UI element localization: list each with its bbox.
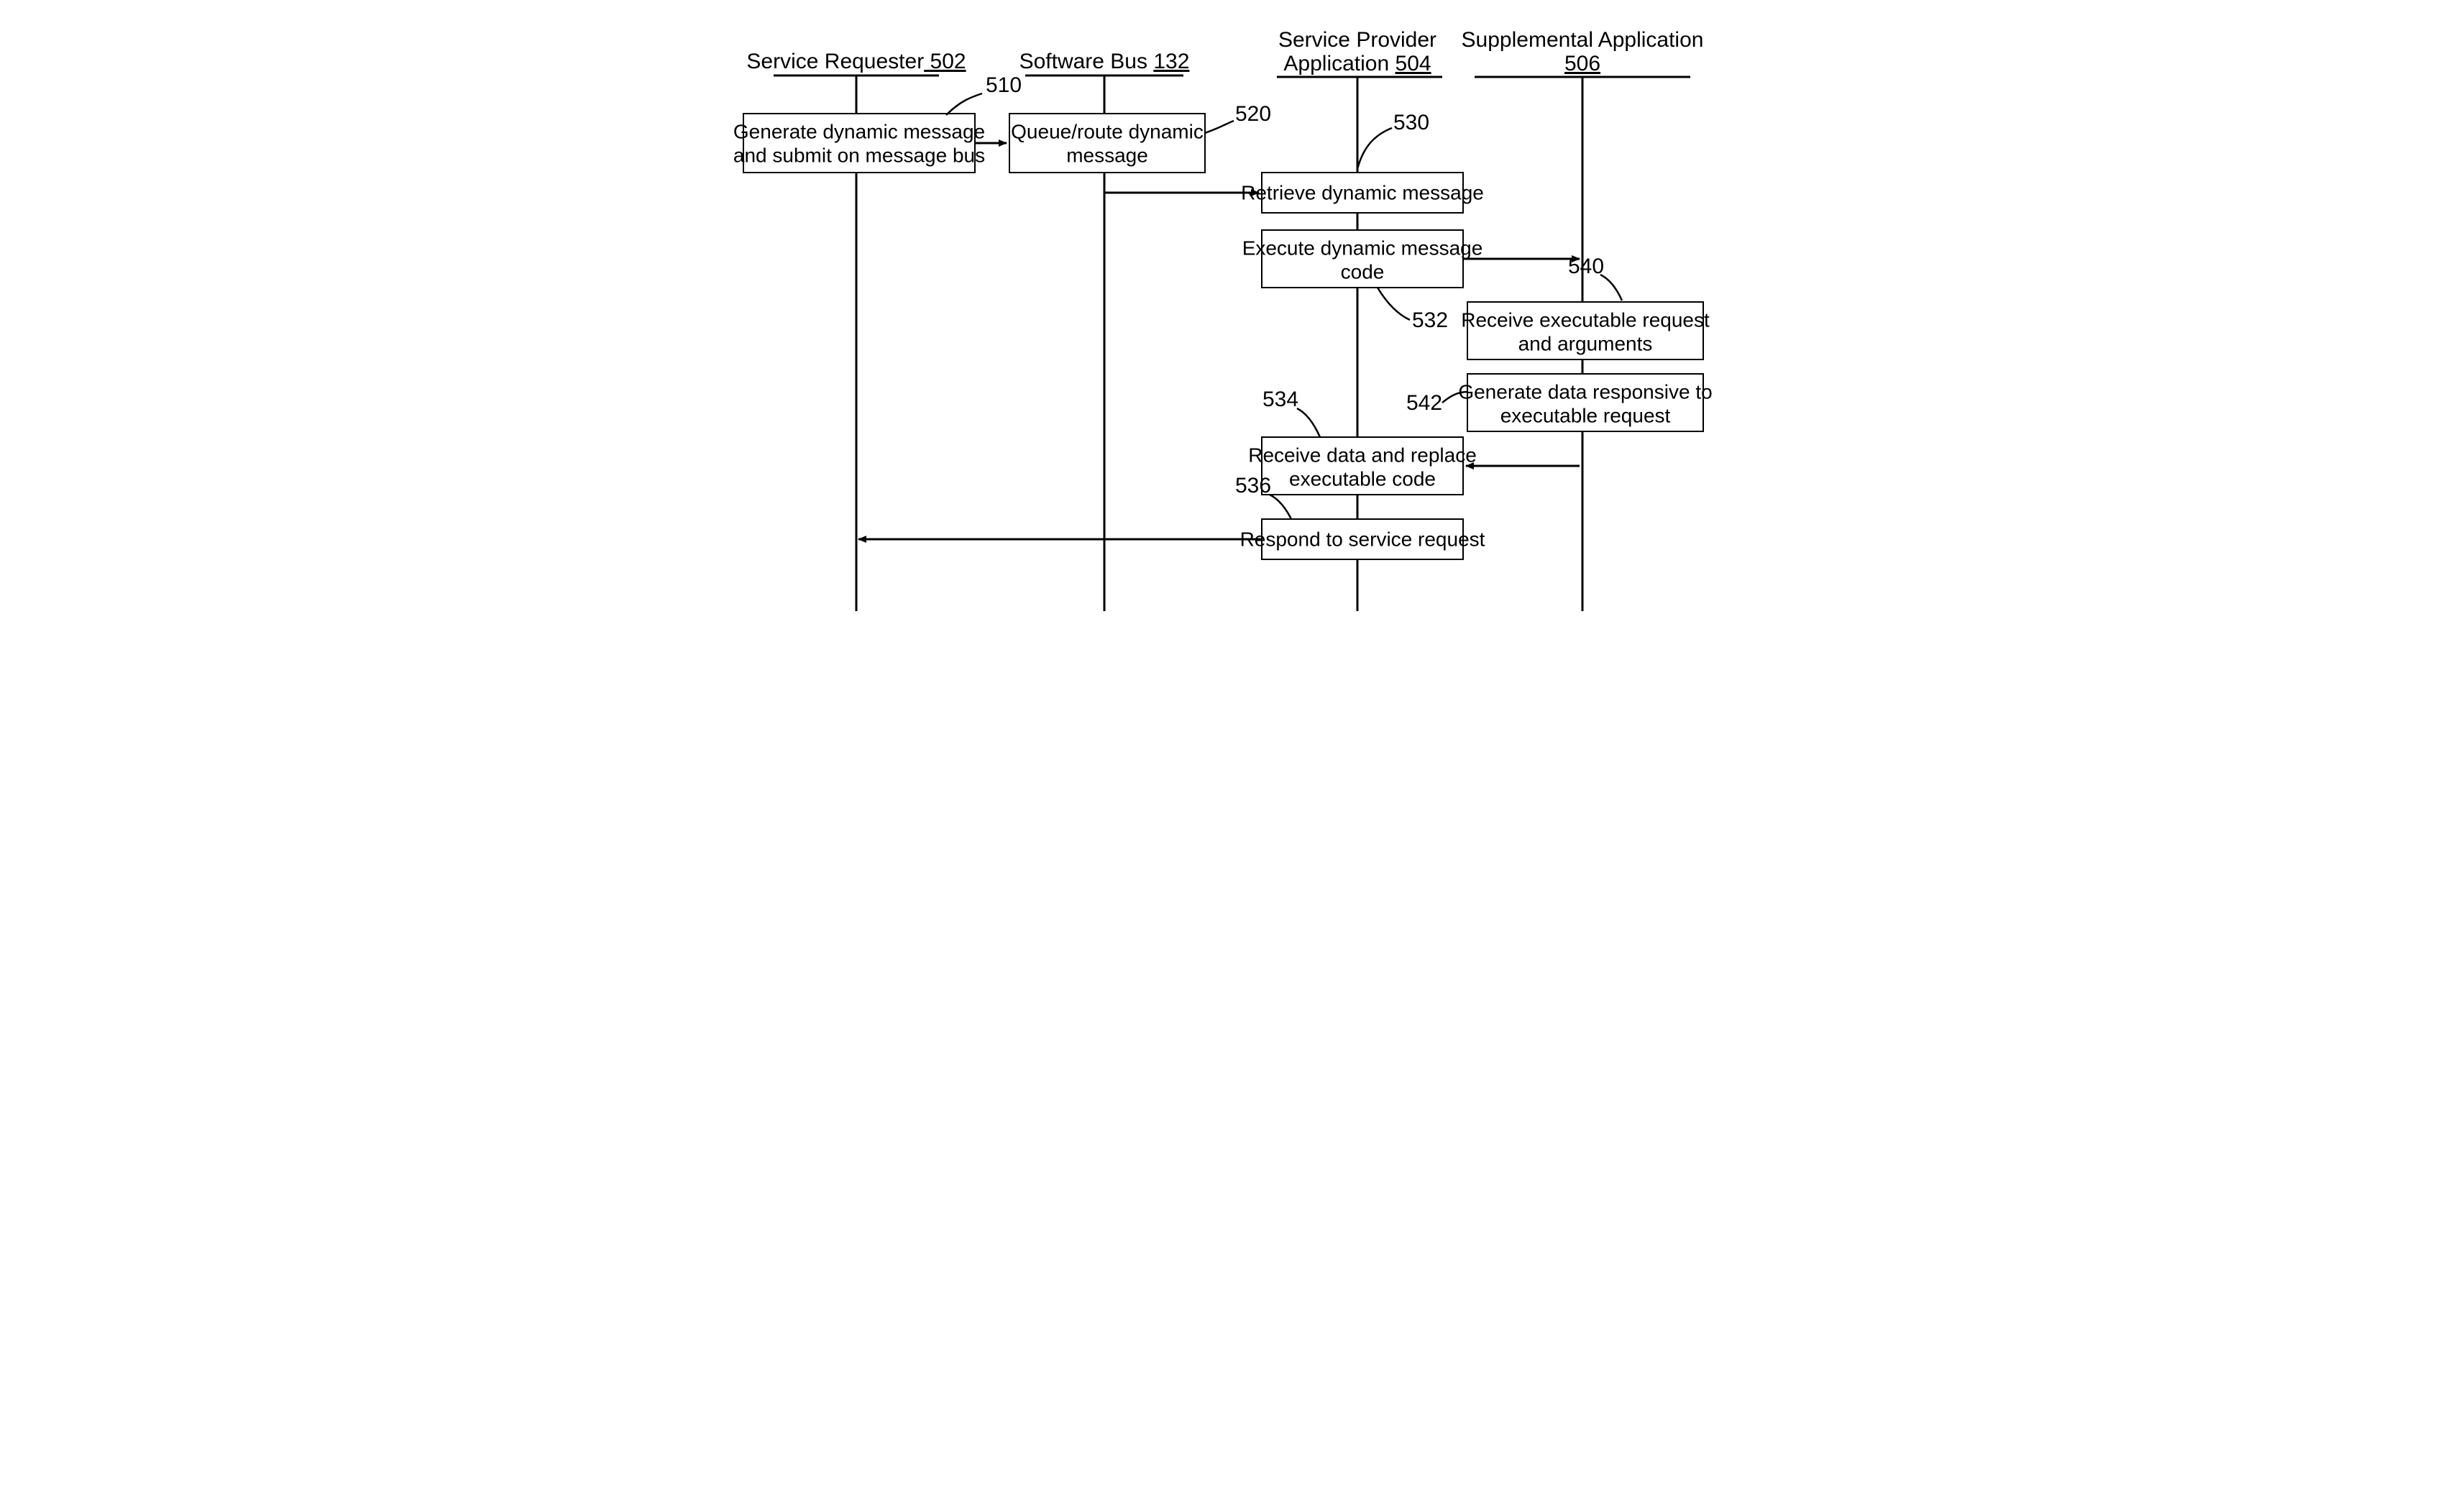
leader-534 — [1297, 408, 1320, 437]
box-text-line: Queue/route dynamic — [1011, 120, 1204, 142]
box-text-line: executable request — [1500, 404, 1670, 426]
svg-text:Application 504: Application 504 — [1283, 52, 1431, 75]
ref-num: 534 — [1262, 388, 1298, 411]
box-execute-dynamic-message-code: Execute dynamic message code — [1242, 230, 1482, 288]
leader-530 — [1357, 128, 1392, 169]
leader-536 — [1270, 495, 1291, 519]
box-text-line: Retrieve dynamic message — [1241, 181, 1484, 203]
box-text-line: Execute dynamic message — [1242, 237, 1482, 259]
box-receive-executable-request: Receive executable request and arguments — [1461, 302, 1710, 359]
lane-title-num: 504 — [1395, 52, 1431, 75]
box-text-line: Respond to service request — [1239, 528, 1485, 550]
lane-title-num: 132 — [1153, 50, 1189, 73]
box-generate-data-responsive: Generate data responsive to executable r… — [1458, 374, 1712, 431]
box-text-line: Generate data responsive to — [1458, 380, 1712, 403]
leader-510 — [946, 93, 982, 115]
lane-title-line1: Service Provider — [1278, 28, 1436, 52]
box-generate-dynamic-message: Generate dynamic message and submit on m… — [733, 114, 984, 173]
box-text-line: Generate dynamic message — [733, 120, 984, 142]
ref-num: 542 — [1406, 391, 1442, 415]
box-retrieve-dynamic-message: Retrieve dynamic message — [1241, 173, 1484, 213]
ref-num: 536 — [1235, 474, 1271, 498]
ref-num: 532 — [1412, 308, 1448, 332]
svg-text:506: 506 — [1564, 52, 1600, 75]
lane-title-text: Software Bus — [1019, 50, 1153, 73]
box-text-line: and submit on message bus — [733, 144, 984, 166]
lane-title-num: 502 — [924, 50, 966, 73]
leader-540 — [1600, 275, 1622, 301]
svg-text:Service Requester 502: Service Requester 502 — [746, 50, 966, 73]
box-text-line: message — [1066, 144, 1148, 166]
leader-532 — [1378, 288, 1410, 320]
box-text-line: code — [1340, 260, 1384, 283]
lane-title-text: Service Requester — [746, 50, 924, 73]
leader-520 — [1205, 121, 1234, 133]
lane-title-text: Application — [1283, 52, 1395, 75]
ref-num: 520 — [1235, 102, 1271, 126]
svg-text:Software Bus 132: Software Bus 132 — [1019, 50, 1189, 73]
box-text-line: and arguments — [1518, 332, 1652, 354]
ref-num: 510 — [986, 73, 1022, 97]
ref-num: 530 — [1393, 111, 1429, 134]
ref-num: 540 — [1568, 255, 1604, 278]
box-text-line: Receive data and replace — [1248, 444, 1477, 466]
box-receive-data-replace: Receive data and replace executable code — [1248, 437, 1477, 495]
sequence-diagram: Service Requester 502 Software Bus 132 S… — [702, 0, 1737, 643]
box-respond-service-request: Respond to service request — [1239, 519, 1485, 559]
box-text-line: Receive executable request — [1461, 308, 1710, 331]
box-queue-route: Queue/route dynamic message — [1009, 114, 1205, 173]
lane-title-num: 506 — [1564, 52, 1600, 75]
box-text-line: executable code — [1289, 467, 1436, 490]
lane-title-line1: Supplemental Application — [1461, 28, 1703, 52]
